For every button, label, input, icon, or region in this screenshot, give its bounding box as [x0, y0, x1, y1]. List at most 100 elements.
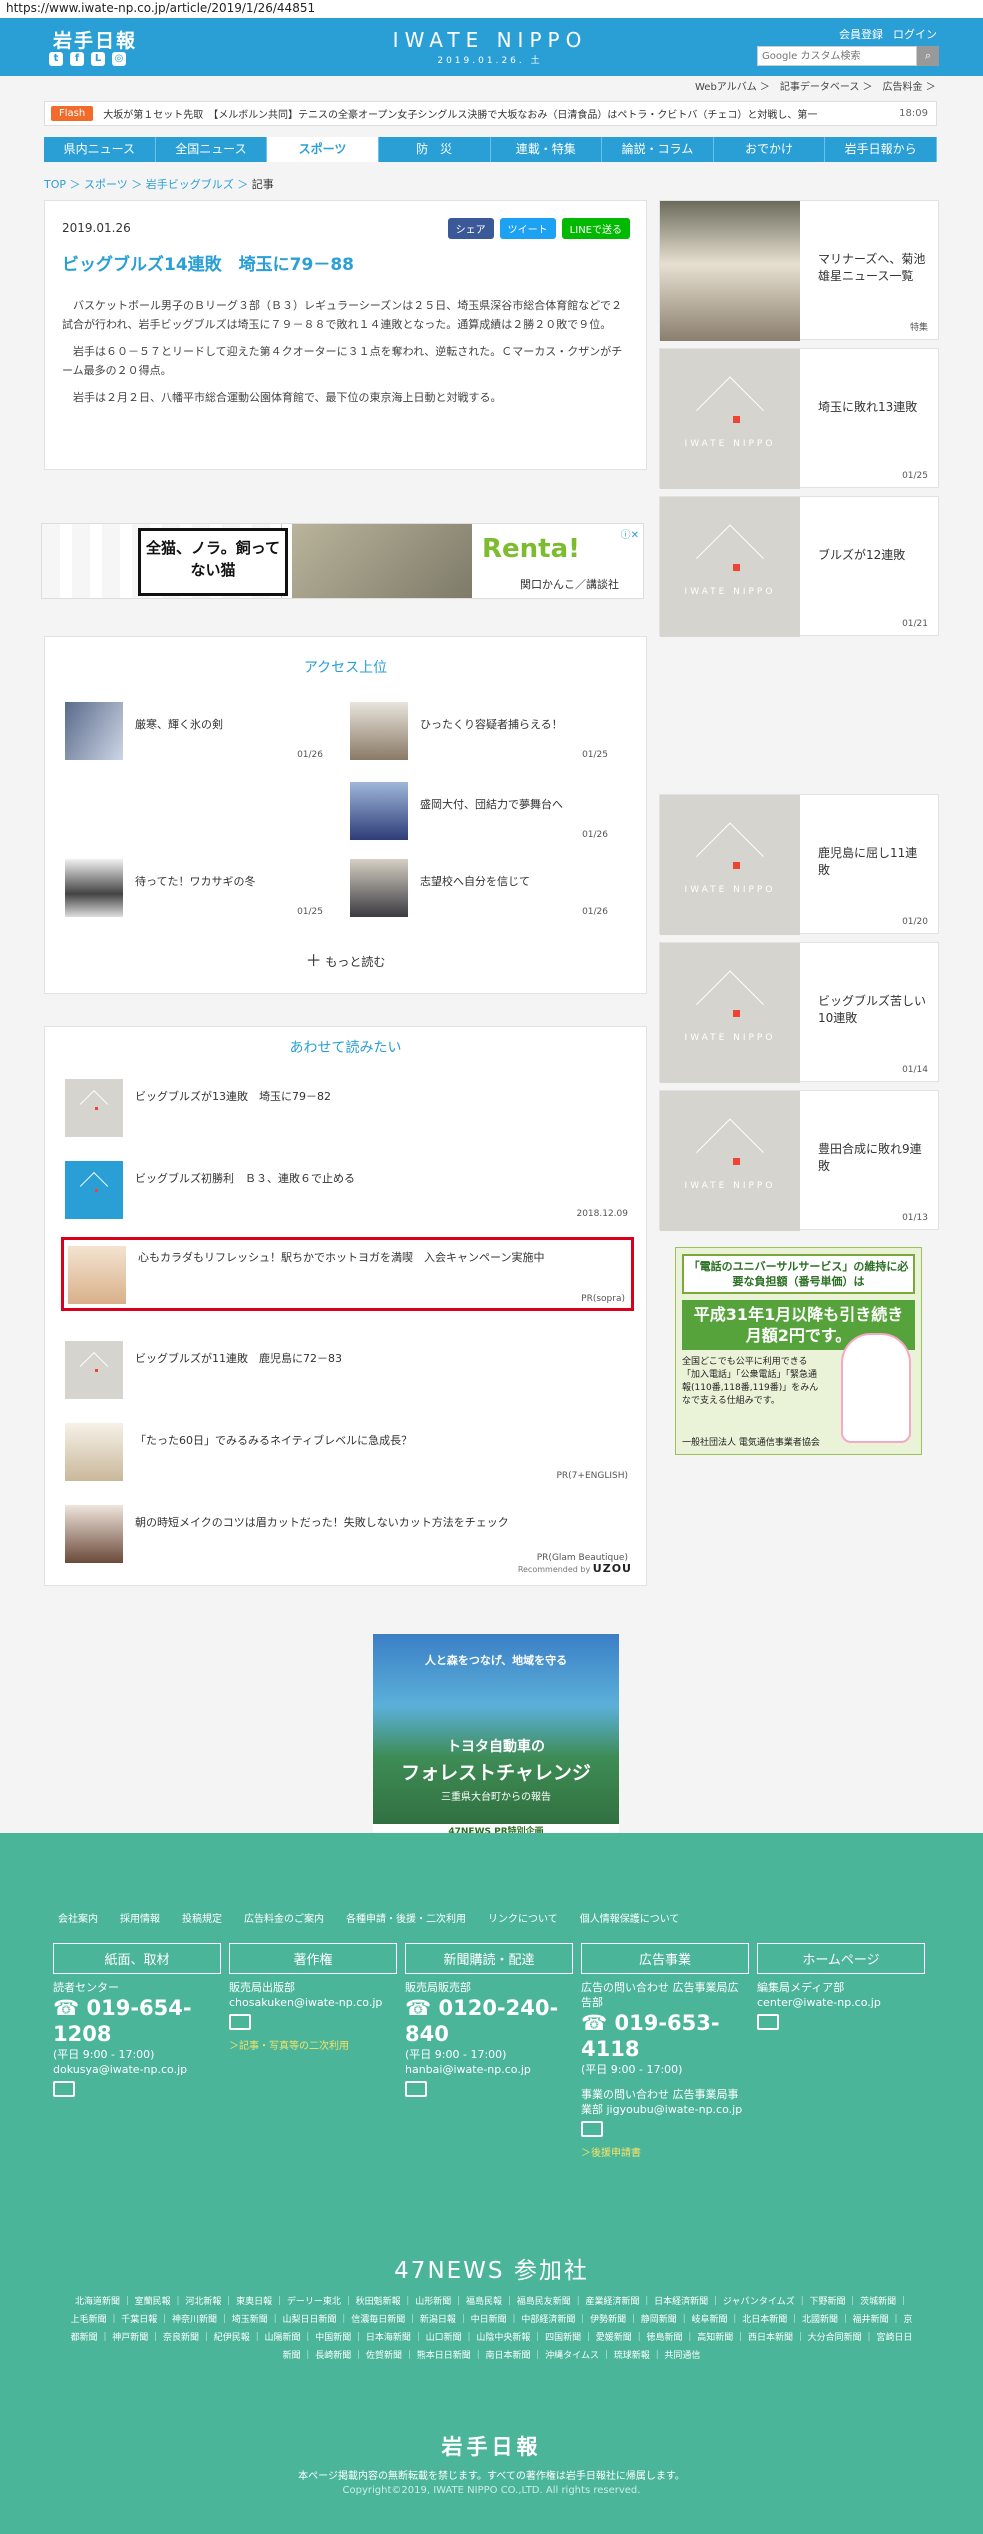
sidebar-item[interactable]: IWATE NIPPO 埼玉に敗れ13連敗 01/25: [659, 348, 939, 489]
register-link[interactable]: 会員登録: [839, 26, 883, 42]
mail-icon[interactable]: [405, 2081, 427, 2097]
ranking-item[interactable]: 盛岡大付、団結力で夢舞台へ 01/26: [350, 782, 608, 842]
footer-email[interactable]: hanbai@iwate-np.co.jp: [405, 2062, 573, 2077]
ad-close-icon[interactable]: ⓘ✕: [621, 526, 639, 541]
placeholder-thumbnail: IWATE NIPPO: [660, 943, 800, 1083]
footer-phone[interactable]: ☎ 0120-240-840: [405, 1995, 573, 2047]
ranking-item[interactable]: ひったくり容疑者捕らえる！ 01/25: [350, 702, 608, 762]
47news-heading: 47NEWS 参加社: [394, 2258, 589, 2284]
instagram-icon[interactable]: ◎: [112, 52, 126, 66]
twitter-share-button[interactable]: ツイート: [499, 218, 556, 239]
sidebar-item-date: 01/25: [902, 471, 928, 481]
flash-badge: Flash: [51, 106, 94, 121]
flash-text[interactable]: 大坂が第１セット先取 【メルボルン共同】テニスの全豪オープン女子シングルス決勝で…: [103, 106, 843, 121]
footer-link[interactable]: 投稿規定: [182, 1910, 222, 1925]
nav-sports[interactable]: スポーツ: [267, 137, 379, 162]
footer-email[interactable]: center@iwate-np.co.jp: [757, 1995, 925, 2010]
search-button[interactable]: ⌕: [917, 46, 939, 66]
banner-ad-renta[interactable]: 全猫、ノラ。飼ってない猫 Renta! 関口かんこ／講談社 ⓘ✕: [41, 523, 644, 599]
line-icon[interactable]: L: [91, 52, 105, 66]
ranking-item[interactable]: 待ってた！ワカサギの冬 01/25: [65, 859, 323, 919]
site-footer: 会社案内 採用情報 投稿規定 広告料金のご案内 各種申請・後援・二次利用 リンク…: [0, 1833, 983, 2534]
footer-extra-link[interactable]: ＞後援申請書: [581, 2144, 749, 2159]
related-item-pr-highlighted[interactable]: 心もカラダもリフレッシュ！駅ちかでホットヨガを満喫 入会キャンペーン実施中 PR…: [61, 1237, 634, 1311]
nav-columns[interactable]: 論説・コラム: [602, 137, 714, 162]
ranking-thumbnail: [65, 859, 123, 917]
footer-link[interactable]: 広告料金のご案内: [244, 1910, 324, 1925]
placeholder-thumbnail: [65, 1341, 123, 1399]
ranking-item[interactable]: 厳寒、輝く氷の剣 01/26: [65, 702, 323, 762]
nav-features[interactable]: 連載・特集: [491, 137, 603, 162]
sidebar-item[interactable]: IWATE NIPPO 鹿児島に屈し11連敗 01/20: [659, 794, 939, 935]
footer-link[interactable]: 個人情報保護について: [580, 1910, 680, 1925]
flash-news-bar[interactable]: Flash 大坂が第１セット先取 【メルボルン共同】テニスの全豪オープン女子シン…: [44, 101, 937, 126]
footer-extra-link[interactable]: ＞記事・写真等の二次利用: [229, 2037, 397, 2052]
article-card: 2019.01.26 シェア ツイート LINEで送る ビッグブルズ14連敗 埼…: [44, 200, 647, 470]
site-logo[interactable]: 岩手日報: [53, 26, 137, 53]
footer-link[interactable]: 各種申請・後援・二次利用: [346, 1910, 466, 1925]
47news-member-list[interactable]: 北海道新聞 ｜ 室蘭民報 ｜ 河北新報 ｜ 東奥日報 ｜ デーリー東北 ｜ 秋田…: [70, 2293, 913, 2365]
related-item[interactable]: ビッグブルズ初勝利 Ｂ３、連敗６で止める 2018.12.09: [65, 1161, 628, 1219]
twitter-icon[interactable]: t: [49, 52, 63, 66]
footer-link[interactable]: リンクについて: [488, 1910, 558, 1925]
related-item[interactable]: 「たった60日」でみるみるネイティブレベルに急成長？ PR(7+ENGLISH): [65, 1423, 628, 1481]
recommended-by[interactable]: Recommended by UZOU: [518, 1562, 632, 1575]
nav-local-news[interactable]: 県内ニュース: [44, 137, 156, 162]
ranking-item[interactable]: 志望校へ自分を信じて 01/26: [350, 859, 608, 919]
footer-dept: 広告の問い合わせ 広告事業局広告部: [581, 1981, 739, 2009]
nav-national-news[interactable]: 全国ニュース: [156, 137, 268, 162]
share-buttons: シェア ツイート LINEで送る: [447, 218, 630, 239]
sidebar-item[interactable]: IWATE NIPPO ビッグブルズ苦しい10連敗 01/14: [659, 942, 939, 1083]
footer-email[interactable]: chosakuken@iwate-np.co.jp: [229, 1995, 397, 2010]
ad-side-body: 全国どこでも公平に利用できる「加入電話」「公衆電話」「緊急通報(110番,118…: [682, 1357, 819, 1406]
sub-links[interactable]: Webアルバム ＞ 記事データベース ＞ 広告料金 ＞: [695, 78, 936, 93]
footer-link[interactable]: 採用情報: [120, 1910, 160, 1925]
mail-icon[interactable]: [53, 2081, 75, 2097]
footer-phone[interactable]: ☎ 019-653-4118: [581, 2010, 749, 2062]
breadcrumb-top[interactable]: TOP: [44, 178, 66, 191]
related-item[interactable]: 朝の時短メイクのコツは眉カットだった！失敗しないカット方法をチェック PR(Gl…: [65, 1505, 628, 1563]
placeholder-thumbnail: [65, 1161, 123, 1219]
breadcrumb-current: 記事: [251, 178, 274, 191]
read-more-link[interactable]: ＋ もっと読む: [45, 947, 646, 971]
footer-logo[interactable]: 岩手日報: [0, 2431, 983, 2461]
footer-link[interactable]: 会社案内: [58, 1910, 98, 1925]
breadcrumb-sports[interactable]: スポーツ: [84, 178, 128, 191]
related-item[interactable]: ビッグブルズが13連敗 埼玉に79－82: [65, 1079, 628, 1137]
sidebar-item[interactable]: マリナーズへ、菊池雄星ニュース一覧 特集: [659, 200, 939, 341]
mail-icon[interactable]: [229, 2014, 251, 2030]
line-share-button[interactable]: LINEで送る: [561, 218, 630, 239]
footer-contact-column: 広告事業 広告の問い合わせ 広告事業局広告部 ☎ 019-653-4118 (平…: [581, 1943, 749, 2159]
footer-email[interactable]: 事業の問い合わせ 広告事業局事業部 jigyoubu@iwate-np.co.j…: [581, 2087, 749, 2117]
mail-icon[interactable]: [757, 2014, 779, 2030]
nav-outings[interactable]: おでかけ: [714, 137, 826, 162]
facebook-icon[interactable]: f: [70, 52, 84, 66]
masthead[interactable]: IWATE NIPPO 2019.01.26. 土: [390, 28, 590, 66]
ranking-date: 01/26: [582, 830, 608, 840]
ranking-date: 01/26: [297, 750, 323, 760]
bottom-ad-forest-challenge[interactable]: 人と森をつなげ、地域を守る トヨタ自動車の フォレストチャレンジ 三重県大台町か…: [373, 1634, 619, 1840]
search-input[interactable]: [757, 46, 917, 66]
footer-phone[interactable]: ☎ 019-654-1208: [53, 1995, 221, 2047]
related-item-source: PR(sopra): [581, 1294, 625, 1304]
related-articles: あわせて読みたい ビッグブルズが13連敗 埼玉に79－82 ビッグブルズ初勝利 …: [44, 1026, 647, 1586]
nav-disaster[interactable]: 防 災: [379, 137, 491, 162]
related-item[interactable]: ビッグブルズが11連敗 鹿児島に72－83: [65, 1341, 628, 1399]
ad-bottom-sponsor: トヨタ自動車の: [447, 1739, 545, 1755]
side-ad-universal-service[interactable]: 「電話のユニバーサルサービス」の維持に必要な負担額（番号単価）は 平成31年1月…: [675, 1247, 922, 1455]
breadcrumb-category[interactable]: 岩手ビッグブルズ: [146, 178, 234, 191]
ad-side-top: 「電話のユニバーサルサービス」の維持に必要な負担額（番号単価）は: [682, 1254, 915, 1294]
mail-icon[interactable]: [581, 2121, 603, 2137]
footer-email[interactable]: dokusya@iwate-np.co.jp: [53, 2062, 221, 2077]
sidebar-item[interactable]: IWATE NIPPO ブルズが12連敗 01/21: [659, 496, 939, 637]
footer-contact-column: 著作権 販売局出版部 chosakuken@iwate-np.co.jp ＞記事…: [229, 1943, 397, 2052]
sidebar-item-date: 01/21: [902, 619, 928, 629]
ranking-title: 志望校へ自分を信じて: [420, 875, 530, 888]
nav-from-iwate-nippo[interactable]: 岩手日報から: [825, 137, 937, 162]
sidebar-item[interactable]: IWATE NIPPO 豊田合成に敗れ9連敗 01/13: [659, 1090, 939, 1231]
browser-url-bar[interactable]: https://www.iwate-np.co.jp/article/2019/…: [0, 0, 983, 18]
placeholder-label: IWATE NIPPO: [684, 586, 776, 597]
facebook-share-button[interactable]: シェア: [447, 218, 494, 239]
login-link[interactable]: ログイン: [893, 26, 937, 42]
sidebar-item-title: ブルズが12連敗: [818, 548, 906, 562]
